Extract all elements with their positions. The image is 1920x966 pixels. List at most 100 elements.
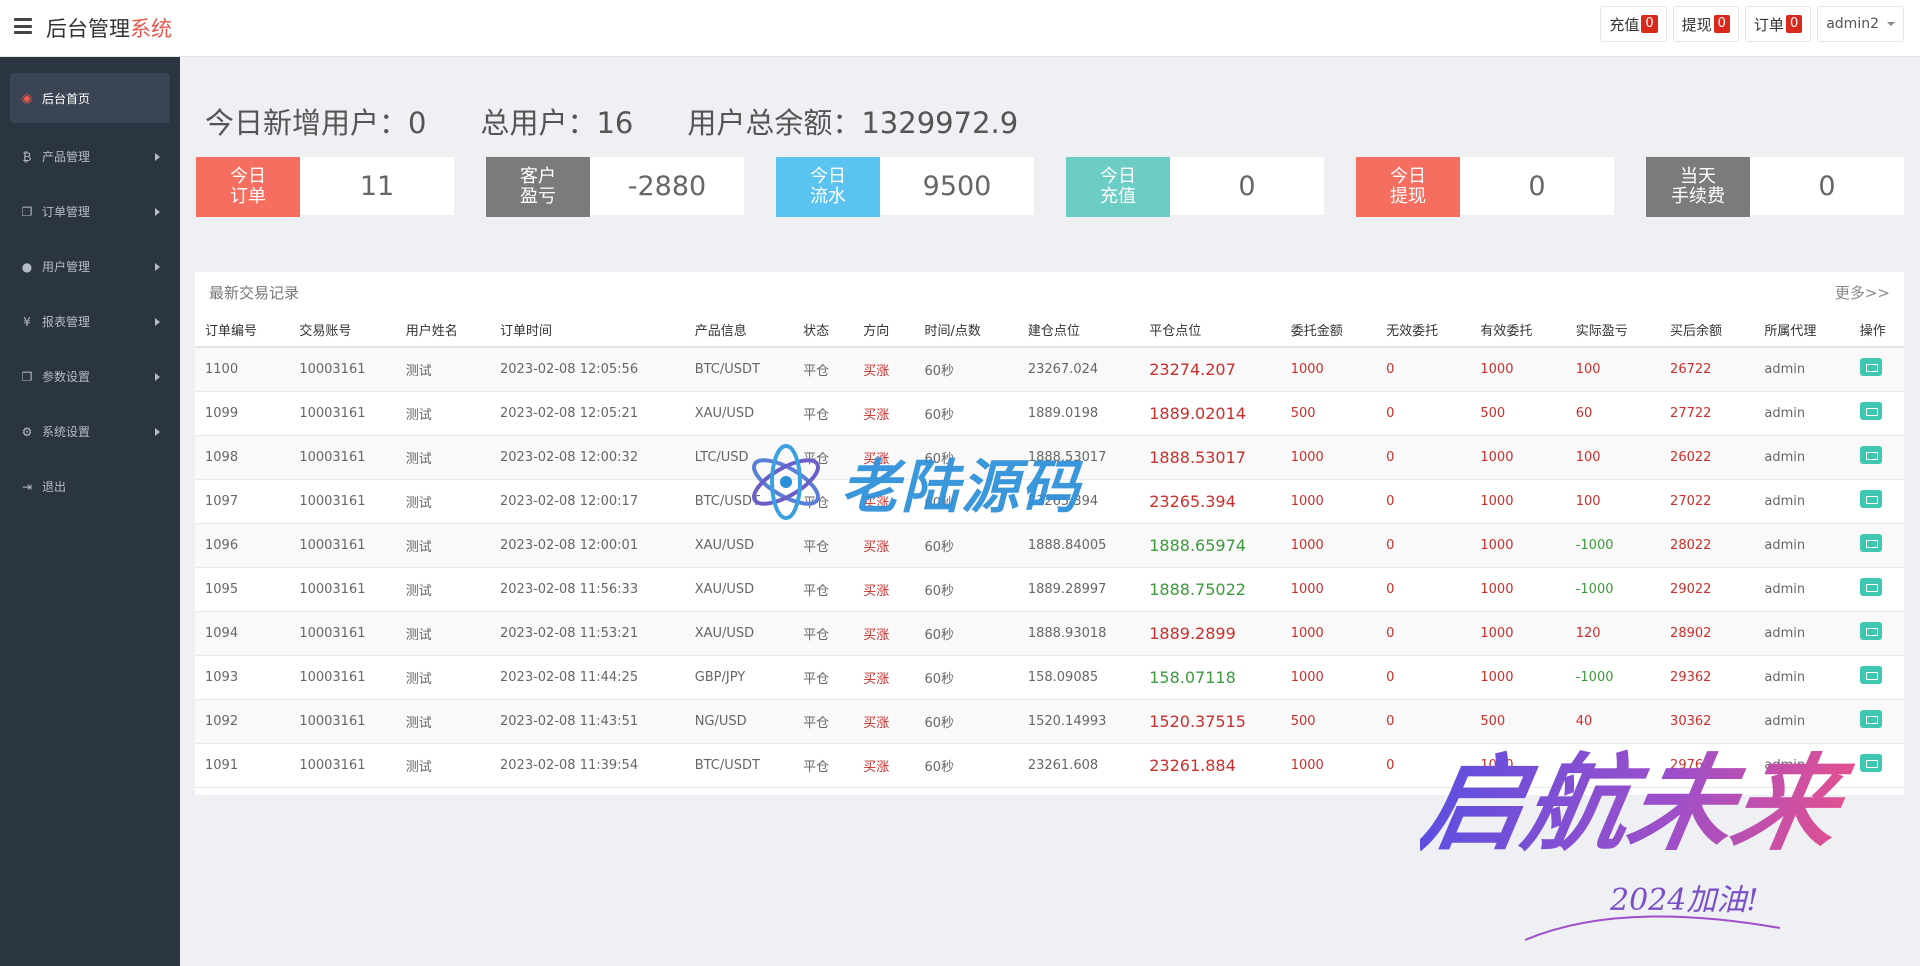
table-row: 1093 10003161 测试 2023-02-08 11:44:25 GBP/JPY… xyxy=(195,655,1904,700)
chevron-right-icon xyxy=(155,262,160,271)
column-header: 买后余额 xyxy=(1660,312,1755,348)
table-cell: 1000 xyxy=(1280,611,1377,656)
table-cell: 买涨 xyxy=(853,523,915,568)
stat-card-label: 今日 提现 xyxy=(1356,157,1460,217)
table-cell: 买涨 xyxy=(853,655,915,700)
table-cell: 平仓 xyxy=(793,523,854,568)
table-cell: 1000 xyxy=(1470,347,1566,392)
watermark-slogan-text: 启航未来 xyxy=(1420,743,1860,865)
table-cell: 1000 xyxy=(1280,743,1377,788)
table-cell: 29362 xyxy=(1660,655,1755,700)
table-cell: 100 xyxy=(1565,347,1661,392)
user-menu-button[interactable]: admin2 xyxy=(1817,6,1904,42)
table-cell: 1888.65974 xyxy=(1139,523,1281,568)
sidebar-item-reports[interactable]: ¥ 报表管理 xyxy=(0,294,180,349)
view-detail-button[interactable] xyxy=(1859,578,1882,596)
table-cell: 1098 xyxy=(195,435,290,480)
recharge-button[interactable]: 充值 0 xyxy=(1600,6,1667,42)
view-detail-button[interactable] xyxy=(1859,622,1882,640)
table-cell: 测试 xyxy=(395,479,491,524)
view-detail-button[interactable] xyxy=(1859,358,1882,377)
view-detail-button[interactable] xyxy=(1859,490,1882,508)
new-users-today: 今日新增用户：0 xyxy=(205,106,427,140)
sidebar-item-products[interactable]: ₿ 产品管理 xyxy=(0,129,180,184)
sidebar-item-system[interactable]: ⚙ 系统设置 xyxy=(0,404,180,459)
column-header: 委托金额 xyxy=(1280,312,1377,348)
table-cell: XAU/USD xyxy=(684,567,794,612)
stat-card-value: -2880 xyxy=(627,170,707,202)
view-detail-button[interactable] xyxy=(1859,666,1882,684)
more-link[interactable]: 更多>> xyxy=(1835,282,1890,303)
table-cell: 1889.02014 xyxy=(1139,391,1281,436)
table-cell: 买涨 xyxy=(853,611,915,656)
table-cell-action xyxy=(1849,567,1904,612)
stat-card-value: 0 xyxy=(1528,170,1546,202)
table-cell: 60秒 xyxy=(914,699,1018,744)
table-cell: 10003161 xyxy=(289,567,396,612)
table-cell-action xyxy=(1849,347,1904,392)
table-cell-action xyxy=(1849,655,1904,700)
table-cell: admin xyxy=(1754,567,1850,612)
watermark-slogan: 启航未来 2024加油! xyxy=(1420,743,1860,941)
table-cell: 平仓 xyxy=(793,391,854,436)
sidebar-item-orders[interactable]: ❐ 订单管理 xyxy=(0,184,180,239)
stat-card-today-recharge: 今日 充值 0 xyxy=(1065,156,1325,217)
column-header: 订单时间 xyxy=(490,312,685,348)
column-header: 产品信息 xyxy=(684,312,794,348)
watermark-site: 老陆源码 xyxy=(745,440,1081,524)
table-cell: 10003161 xyxy=(289,347,396,392)
table-cell: 1093 xyxy=(195,655,290,700)
orders-button[interactable]: 订单 0 xyxy=(1744,6,1812,42)
table-cell: -1000 xyxy=(1565,655,1661,700)
chevron-right-icon xyxy=(155,207,160,216)
sidebar-item-logout[interactable]: ⇥ 退出 xyxy=(0,459,180,514)
panel-title: 最新交易记录 xyxy=(209,283,300,302)
table-cell: 1092 xyxy=(195,699,290,744)
table-cell: -1000 xyxy=(1565,567,1661,612)
table-cell: 测试 xyxy=(395,611,491,656)
orders-badge: 0 xyxy=(1785,15,1803,33)
view-detail-button[interactable] xyxy=(1859,534,1882,552)
view-detail-button[interactable] xyxy=(1859,402,1882,420)
column-header: 状态 xyxy=(793,312,854,348)
table-cell: 2023-02-08 12:05:21 xyxy=(490,391,685,436)
table-cell: 23265.394 xyxy=(1139,479,1281,524)
withdraw-button[interactable]: 提现 0 xyxy=(1672,6,1739,42)
table-row: 1095 10003161 测试 2023-02-08 11:56:33 XAU/USD… xyxy=(195,567,1904,612)
table-cell: 10003161 xyxy=(289,479,396,524)
table-cell: 1000 xyxy=(1470,523,1566,568)
table-cell: 10003161 xyxy=(289,699,396,744)
table-cell: 26022 xyxy=(1660,435,1755,480)
view-detail-button[interactable] xyxy=(1859,446,1882,464)
menu-toggle-icon[interactable] xyxy=(14,18,32,34)
sign-out-icon: ⇥ xyxy=(21,479,33,494)
stat-card-customer-pnl: 客户 盈亏 -2880 xyxy=(485,156,745,217)
column-header: 操作 xyxy=(1849,312,1904,348)
column-header: 无效委托 xyxy=(1376,312,1471,348)
gears-icon: ⚙ xyxy=(21,424,33,439)
app-title: 后台管理系统 xyxy=(46,17,172,41)
table-cell: BTC/USDT xyxy=(684,347,794,392)
table-cell: 1000 xyxy=(1280,523,1377,568)
sidebar-item-home[interactable]: ◉ 后台首页 xyxy=(10,73,170,123)
sidebar-item-users[interactable]: ● 用户管理 xyxy=(0,239,180,294)
atom-logo-icon xyxy=(752,444,820,520)
table-cell: 平仓 xyxy=(793,347,854,392)
table-cell: 1520.14993 xyxy=(1017,699,1140,744)
table-cell: 23261.884 xyxy=(1139,743,1281,788)
sidebar-item-parameters[interactable]: ❐ 参数设置 xyxy=(0,349,180,404)
column-header: 时间/点数 xyxy=(914,312,1018,348)
table-cell-action xyxy=(1849,479,1904,524)
table-cell: 买涨 xyxy=(853,699,915,744)
table-cell: 29022 xyxy=(1660,567,1755,612)
table-cell: 1000 xyxy=(1470,435,1566,480)
table-cell: 0 xyxy=(1376,523,1471,568)
table-cell: 100 xyxy=(1565,479,1661,524)
column-header: 所属代理 xyxy=(1754,312,1850,348)
sidebar: ◉ 后台首页 ₿ 产品管理 ❐ 订单管理 ● 用户管理 ¥ 报表管理 ❐ 参数设… xyxy=(0,57,180,966)
table-cell: 28022 xyxy=(1660,523,1755,568)
watermark-tagline-text: 2024加油! xyxy=(1609,883,1758,918)
withdraw-badge: 0 xyxy=(1713,15,1730,33)
table-cell: 2023-02-08 12:05:56 xyxy=(490,347,685,392)
table-cell: 10003161 xyxy=(289,391,396,436)
